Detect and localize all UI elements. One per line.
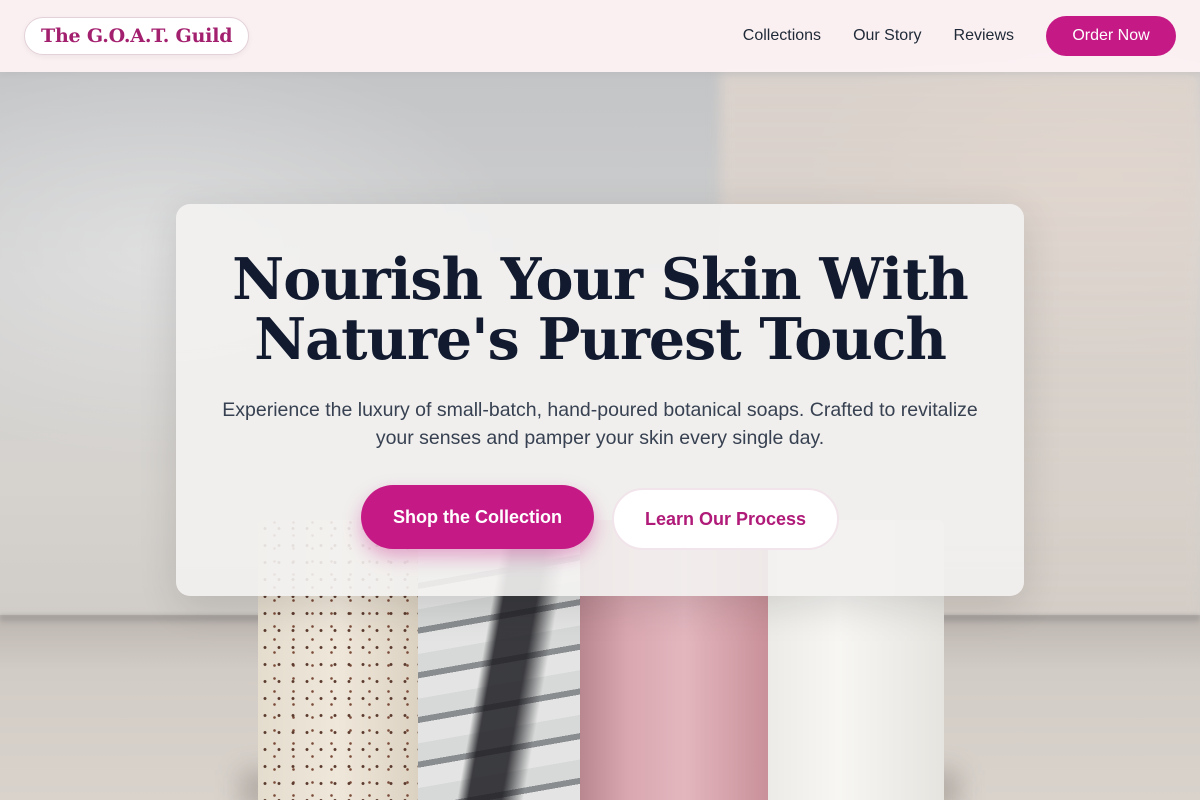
hero-card: Nourish Your Skin With Nature's Purest T… xyxy=(176,204,1024,596)
site-header: The G.O.A.T. Guild Collections Our Story… xyxy=(0,0,1200,72)
nav-link-reviews[interactable]: Reviews xyxy=(954,27,1014,45)
brand-logo[interactable]: The G.O.A.T. Guild xyxy=(24,17,250,55)
order-now-button[interactable]: Order Now xyxy=(1046,16,1176,56)
hero-title-line-2: Nature's Purest Touch xyxy=(254,306,947,373)
nav-link-collections[interactable]: Collections xyxy=(743,27,821,45)
nav-link-our-story[interactable]: Our Story xyxy=(853,27,921,45)
hero-actions: Shop the Collection Learn Our Process xyxy=(176,484,1024,550)
main-nav: Collections Our Story Reviews Order Now xyxy=(711,16,1176,56)
hero-title-line-1: Nourish Your Skin With xyxy=(232,246,969,313)
learn-process-button[interactable]: Learn Our Process xyxy=(612,488,839,550)
hero-title: Nourish Your Skin With Nature's Purest T… xyxy=(176,250,1024,370)
shop-collection-button[interactable]: Shop the Collection xyxy=(361,485,594,549)
hero-subtitle: Experience the luxury of small-batch, ha… xyxy=(222,399,978,449)
